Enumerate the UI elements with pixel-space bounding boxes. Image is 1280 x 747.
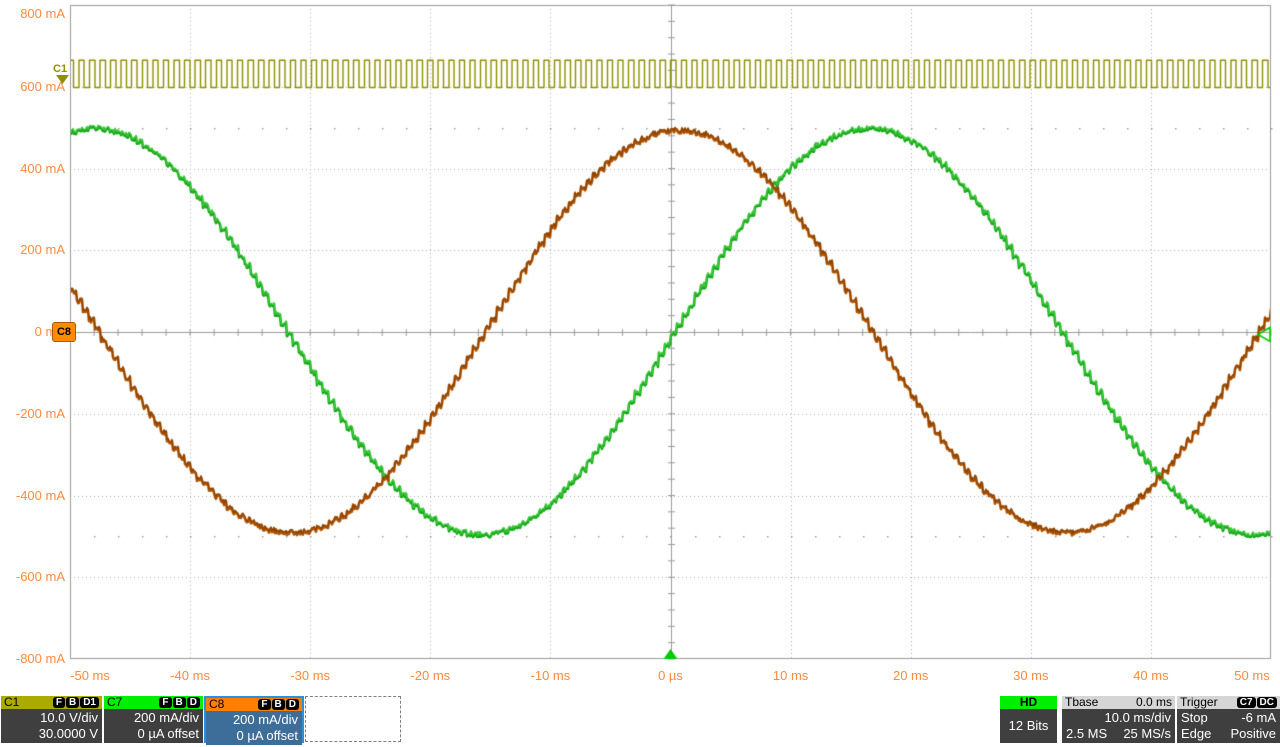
c8-settings: 200 mA/div 0 µA offset [206, 711, 302, 745]
trigger-type: Edge [1181, 726, 1211, 742]
x-axis-label: -40 ms [170, 669, 210, 683]
trigger-mode: Stop [1181, 710, 1208, 726]
trigger-descriptor[interactable]: Trigger C7DC Stop -6 mA Edge Positive [1177, 696, 1280, 743]
trigger-badges: C7DC [1237, 697, 1277, 708]
y-axis-label: -600 mA [0, 570, 65, 584]
x-axis-label: -30 ms [290, 669, 330, 683]
badge-f: F [53, 697, 65, 708]
timebase-record-length: 2.5 MS [1066, 726, 1107, 742]
hd-header: HD [1000, 696, 1057, 709]
c1-offset: 30.0000 V [5, 726, 98, 742]
x-axis-label: -50 ms [70, 669, 110, 683]
x-axis-label: 20 ms [893, 669, 928, 683]
badge-d: D [187, 697, 200, 708]
timebase-label: Tbase [1065, 696, 1098, 709]
timebase-offset: 0.0 ms [1136, 696, 1172, 709]
c8-offset: 0 µA offset [210, 728, 298, 744]
trigger-settings: Stop -6 mA Edge Positive [1177, 709, 1280, 743]
y-axis-label: -800 mA [0, 652, 65, 666]
c7-madiv: 200 mA/div [108, 710, 199, 726]
c1-marker-arrow-icon [56, 75, 69, 84]
trigger-header: Trigger C7DC [1177, 696, 1280, 709]
c8-madiv: 200 mA/div [210, 712, 298, 728]
timebase-scale: 10.0 ms/div [1066, 710, 1171, 726]
channel-descriptor-c7[interactable]: C7 FBD 200 mA/div 0 µA offset [104, 696, 203, 743]
trigger-level: -6 mA [1241, 710, 1276, 726]
c7-badges: FBD [159, 697, 200, 708]
trigger-badge-dc: DC [1257, 697, 1277, 708]
oscilloscope-screen: 800 mA600 mA400 mA200 mA0 mA-200 mA-400 … [0, 0, 1280, 747]
x-axis-label: 10 ms [773, 669, 808, 683]
trigger-slope: Positive [1230, 726, 1276, 742]
badge-d1: D1 [80, 697, 99, 708]
c1-vdiv: 10.0 V/div [5, 710, 98, 726]
y-axis-label: 800 mA [0, 7, 65, 21]
c7-label: C7 [107, 696, 122, 709]
timebase-descriptor[interactable]: Tbase 0.0 ms 10.0 ms/div 2.5 MS 25 MS/s [1062, 696, 1175, 743]
x-axis-label: 40 ms [1133, 669, 1168, 683]
c8-label: C8 [209, 698, 224, 711]
hd-bits: 12 Bits [1000, 709, 1057, 743]
channel-c1-level-marker[interactable]: C1 [53, 64, 69, 84]
timebase-header: Tbase 0.0 ms [1062, 696, 1175, 709]
c7-header: C7 FBD [104, 696, 203, 709]
x-axis-label: -10 ms [531, 669, 571, 683]
timebase-sample-rate: 25 MS/s [1123, 726, 1171, 742]
c1-header: C1 FBD1 [1, 696, 102, 709]
trigger-badge-c7: C7 [1237, 697, 1256, 708]
c7-settings: 200 mA/div 0 µA offset [104, 709, 203, 743]
channel-c8-level-marker[interactable]: C8 [52, 322, 76, 342]
c7-offset: 0 µA offset [108, 726, 199, 742]
badge-d: D [286, 699, 299, 710]
x-axis-label: 50 ms [1234, 669, 1269, 683]
empty-descriptor-slot[interactable] [305, 696, 401, 742]
channel-descriptor-c8[interactable]: C8 FBD 200 mA/div 0 µA offset [204, 696, 304, 743]
y-axis-label: 400 mA [0, 162, 65, 176]
badge-b: B [173, 697, 186, 708]
badge-f: F [258, 699, 270, 710]
badge-b: B [66, 697, 79, 708]
c1-settings: 10.0 V/div 30.0000 V [1, 709, 102, 743]
c8-header: C8 FBD [206, 698, 302, 711]
hd-mode-box[interactable]: HD 12 Bits [1000, 696, 1057, 743]
x-axis-label: 30 ms [1013, 669, 1048, 683]
c1-marker-label: C1 [53, 63, 67, 75]
c8-badges: FBD [258, 699, 299, 710]
waveform-grid-canvas[interactable] [0, 0, 1280, 747]
badge-b: B [272, 699, 285, 710]
c1-badges: FBD1 [53, 697, 99, 708]
y-axis-label: -400 mA [0, 489, 65, 503]
x-axis-label: -20 ms [410, 669, 450, 683]
x-axis-label: 0 µs [658, 669, 683, 683]
y-axis-label: -200 mA [0, 407, 65, 421]
y-axis-label: 200 mA [0, 243, 65, 257]
timebase-settings: 10.0 ms/div 2.5 MS 25 MS/s [1062, 709, 1175, 743]
badge-f: F [159, 697, 171, 708]
c1-label: C1 [4, 696, 19, 709]
trigger-label: Trigger [1180, 696, 1218, 709]
channel-descriptor-c1[interactable]: C1 FBD1 10.0 V/div 30.0000 V [1, 696, 102, 743]
